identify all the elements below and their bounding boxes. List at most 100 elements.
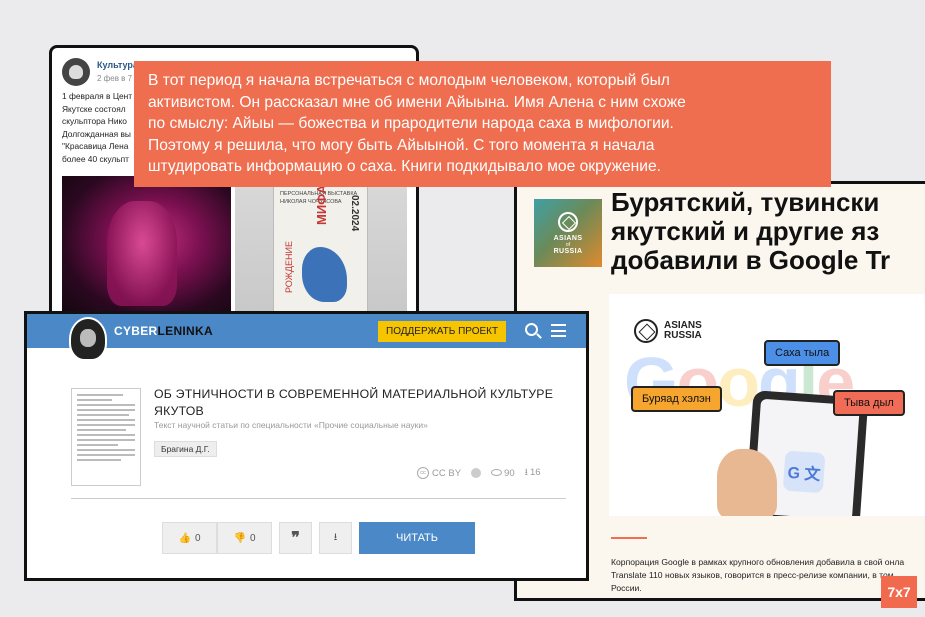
headline-line: якутский и другие яз: [611, 216, 880, 246]
group-name[interactable]: Культура: [97, 60, 138, 70]
dislike-button[interactable]: 👎 0: [217, 522, 272, 554]
article-body: Корпорация Google в рамках крупного обно…: [611, 556, 925, 594]
body-line: России.: [611, 582, 642, 593]
quote-line: активистом. Он рассказал мне об имени Ай…: [148, 93, 686, 111]
poster-rozhdenie: РОЖДЕНИЕ: [284, 241, 294, 293]
divider: [611, 537, 647, 539]
views-value: 90: [504, 467, 515, 479]
sculpture-figure: [107, 201, 177, 306]
speech-bubble-buryat: Буряад хэлэн: [631, 386, 722, 412]
article-image: ASIANS RUSSIA Google G 文 Саха тыла Буряа…: [609, 294, 925, 516]
post-text-line: Долгожданная вы: [62, 128, 131, 139]
quote-icon: ❞: [291, 530, 300, 547]
group-avatar[interactable]: [62, 58, 90, 86]
menu-bar: [551, 335, 566, 337]
thumbs-down-icon: 👎: [233, 532, 246, 544]
exhibition-poster: ПЕРСОНАЛЬНАЯ ВЫСТАВКА НИКОЛАЯ ЧОЧУАСОВА …: [273, 184, 368, 314]
quote-line: Поэтому я решила, что могу быть Айыыной.…: [148, 136, 655, 154]
download-icon: ⭳: [524, 467, 528, 478]
sculpture-photo[interactable]: [62, 176, 231, 316]
body-line: Translate 110 новых языков, говорится в …: [611, 569, 894, 580]
search-icon[interactable]: [525, 323, 538, 336]
horse-figure: [302, 247, 347, 302]
image-brand-text: ASIANS RUSSIA: [664, 321, 702, 341]
title-line: ЯКУТОВ: [154, 403, 204, 418]
cyberleninka-logo[interactable]: CYBERLENINKA: [114, 324, 213, 338]
thumb-line: [77, 439, 135, 441]
emblem-icon: [558, 211, 578, 232]
logo-part: LENINKA: [157, 324, 213, 338]
thumb-line: [77, 459, 121, 461]
headline-line: добавили в Google Tr: [611, 245, 891, 275]
cite-button[interactable]: ❞: [279, 522, 312, 554]
site-header: CYBERLENINKA ПОДДЕРЖАТЬ ПРОЕКТ: [27, 314, 586, 348]
cc-icon: cc: [417, 467, 429, 479]
thumb-line: [77, 424, 135, 426]
thumb-line: [77, 444, 118, 446]
post-text-line: Якутске состоял: [62, 103, 126, 114]
download-icon: ⭳: [333, 531, 338, 543]
google-translate-icon: G 文: [782, 450, 826, 494]
post-text-line: скульптора Нико: [62, 116, 127, 127]
speech-bubble-sakha: Саха тыла: [764, 340, 841, 366]
lenin-logo-icon[interactable]: [69, 317, 107, 361]
quote-line: В тот период я начала встречаться с моло…: [148, 72, 670, 89]
likes-value: 0: [194, 532, 201, 544]
menu-bar: [551, 329, 566, 332]
post-text-line: "Красавица Лена: [62, 141, 129, 152]
post-text-line: 1 февраля в Цент: [62, 91, 133, 101]
logo-text: ASIANS: [553, 234, 583, 242]
thumb-line: [77, 434, 135, 436]
logo-text: RUSSIA: [553, 247, 583, 255]
speech-bubble-tuvan: Тыва дыл: [833, 390, 905, 416]
eye-icon: [491, 468, 503, 476]
divider: [71, 498, 566, 499]
downloads-value: 16: [529, 467, 541, 478]
asians-of-russia-logo[interactable]: ASIANS of RUSSIA: [534, 199, 602, 267]
download-button[interactable]: ⭳: [319, 522, 352, 554]
article-title[interactable]: ОБ ЭТНИЧНОСТИ В СОВРЕМЕННОЙ МАТЕРИАЛЬНОЙ…: [154, 386, 554, 419]
thumb-line: [77, 454, 135, 456]
license-label: CC BY: [432, 467, 462, 479]
read-button[interactable]: ЧИТАТЬ: [359, 522, 475, 554]
dislikes-value: 0: [249, 532, 256, 544]
article-stats: cc CC BY 90 ⭳ 16: [417, 465, 541, 481]
hand: [717, 449, 777, 516]
views-count: 90: [491, 468, 515, 479]
post-date[interactable]: 2 фев в 7: [97, 74, 132, 83]
cyberleninka-card: CYBERLENINKA ПОДДЕРЖАТЬ ПРОЕКТ ОБ ЭТНИЧН…: [24, 311, 589, 581]
headline-line: Бурятский, тувински: [611, 187, 880, 217]
image-brand: ASIANS RUSSIA: [634, 319, 702, 343]
like-button[interactable]: 👍 0: [162, 522, 217, 554]
menu-icon[interactable]: [551, 324, 566, 337]
thumbs-up-icon: 👍: [178, 532, 191, 544]
thumb-line: [77, 414, 130, 416]
7x7-logo: 7x7: [881, 576, 917, 608]
quote-block: В тот период я начала встречаться с моло…: [134, 61, 831, 187]
author-tag[interactable]: Брагина Д.Г.: [154, 441, 217, 457]
article-headline[interactable]: Бурятский, тувински якутский и другие яз…: [611, 188, 890, 275]
quote-line: по смыслу: Айыы — божества и прародители…: [148, 115, 674, 133]
quote-line: штудировать информацию о саха. Книги под…: [148, 158, 661, 176]
post-text-line: более 40 скульпт: [62, 153, 130, 164]
article-thumbnail[interactable]: [71, 388, 141, 486]
logo-part: CYBER: [114, 324, 158, 338]
thumb-line: [77, 409, 135, 411]
thumb-line: [77, 399, 112, 401]
poster-year: 02.2024: [349, 195, 360, 232]
emblem-icon: [634, 319, 658, 343]
downloads-count: ⭳ 16: [525, 465, 541, 481]
skull-icon: [69, 65, 83, 79]
post-text: 1 февраля в Цент Якутске состоял скульпт…: [62, 90, 142, 166]
open-access-icon: [471, 468, 482, 478]
thumb-line: [77, 394, 124, 396]
poster-photo[interactable]: ПЕРСОНАЛЬНАЯ ВЫСТАВКА НИКОЛАЯ ЧОЧУАСОВА …: [235, 176, 407, 316]
poster-mifa: МИФА: [314, 184, 329, 225]
title-line: ОБ ЭТНИЧНОСТИ В СОВРЕМЕННОЙ МАТЕРИАЛЬНОЙ…: [154, 387, 554, 401]
support-project-button[interactable]: ПОДДЕРЖАТЬ ПРОЕКТ: [378, 321, 507, 342]
thumb-line: [77, 404, 135, 406]
license[interactable]: cc CC BY: [417, 467, 461, 479]
thumb-line: [77, 449, 135, 451]
brand-line: RUSSIA: [664, 330, 702, 341]
poster-line: НИКОЛАЯ ЧОЧУАСОВА: [280, 199, 342, 205]
